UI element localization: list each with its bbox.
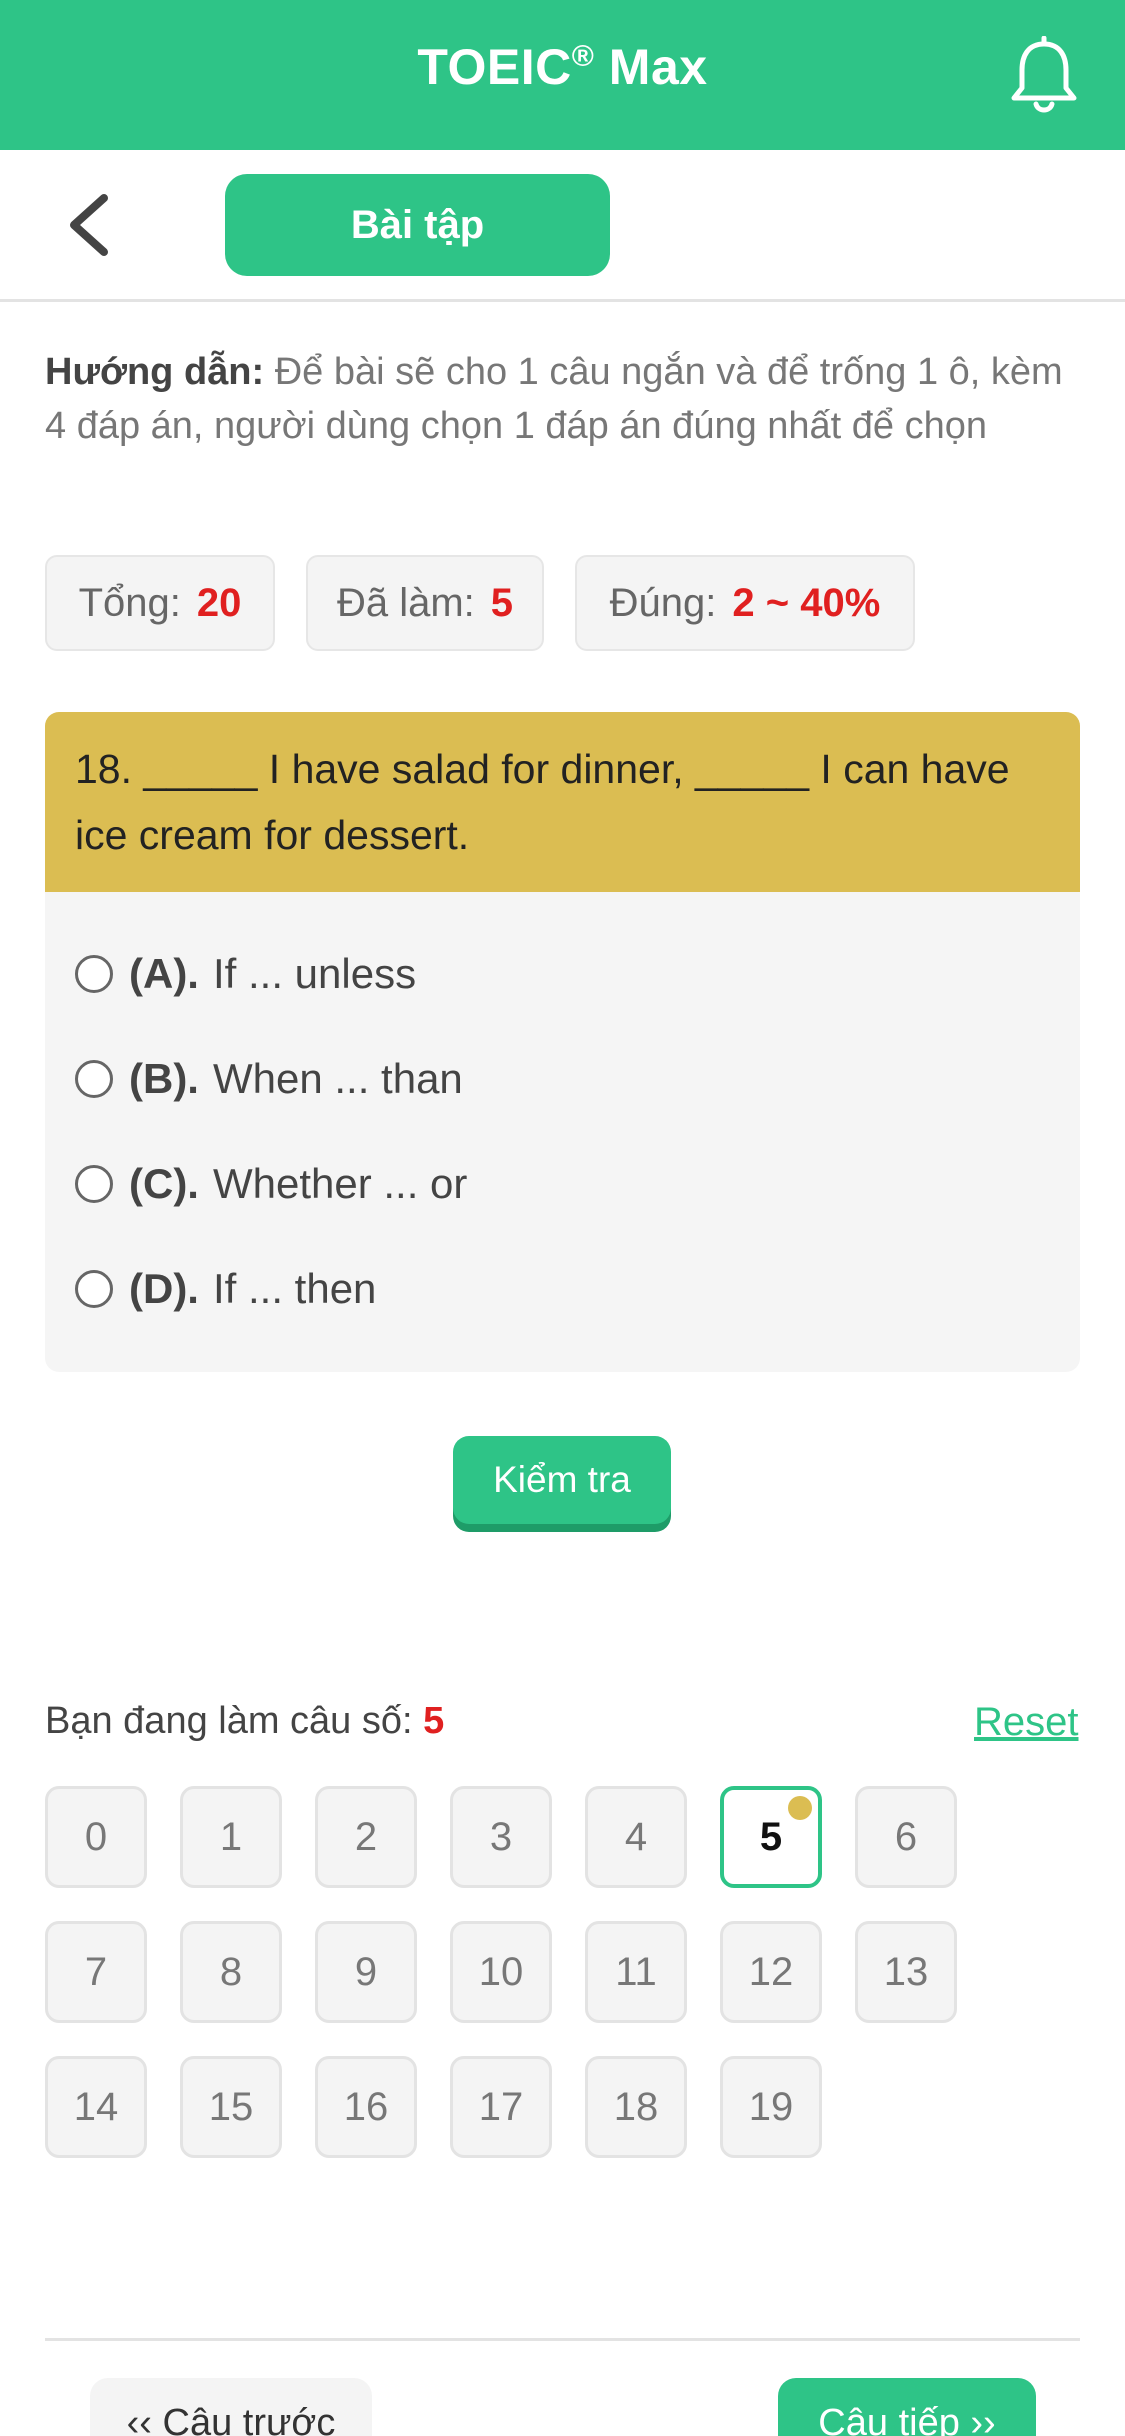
- question-number-cell[interactable]: 11: [585, 1921, 687, 2023]
- question-number-cell[interactable]: 12: [720, 1921, 822, 2023]
- instructions: Hướng dẫn: Để bài sẽ cho 1 câu ngắn và đ…: [45, 345, 1085, 453]
- stat-total-label: Tổng:: [78, 580, 181, 625]
- stat-total: Tổng: 20: [45, 555, 275, 651]
- question-number-cell[interactable]: 18: [585, 2056, 687, 2158]
- check-button[interactable]: Kiểm tra: [453, 1436, 671, 1524]
- stat-done: Đã làm: 5: [306, 555, 544, 651]
- current-question-number: 5: [423, 1700, 445, 1742]
- current-question-indicator: Bạn đang làm câu số: 5: [45, 1700, 445, 1742]
- reset-link[interactable]: Reset: [974, 1700, 1079, 1745]
- question-number-cell[interactable]: 16: [315, 2056, 417, 2158]
- radio-icon[interactable]: [75, 955, 113, 993]
- divider: [45, 2338, 1080, 2341]
- question-text: 18. _____ I have salad for dinner, _____…: [45, 712, 1080, 892]
- radio-icon[interactable]: [75, 1270, 113, 1308]
- app-header: TOEIC® Max: [0, 0, 1125, 150]
- option-c[interactable]: (C). Whether ... or: [75, 1154, 467, 1214]
- stat-correct-label: Đúng:: [609, 580, 717, 625]
- question-number-cell[interactable]: 10: [450, 1921, 552, 2023]
- tab-exercise[interactable]: Bài tập: [225, 174, 610, 276]
- option-a[interactable]: (A). If ... unless: [75, 944, 416, 1004]
- answer-options: (A). If ... unless (B). When ... than (C…: [45, 892, 1080, 1372]
- next-question-button[interactable]: Câu tiếp ››: [778, 2378, 1036, 2436]
- option-d[interactable]: (D). If ... then: [75, 1259, 376, 1319]
- back-chevron-icon[interactable]: [60, 190, 120, 260]
- question-number-cell[interactable]: 15: [180, 2056, 282, 2158]
- instructions-label: Hướng dẫn:: [45, 351, 265, 393]
- question-number-cell[interactable]: 17: [450, 2056, 552, 2158]
- radio-icon[interactable]: [75, 1165, 113, 1203]
- stat-correct: Đúng: 2 ~ 40%: [575, 555, 915, 651]
- stat-done-value: 5: [490, 580, 514, 625]
- question-number-cell[interactable]: 6: [855, 1786, 957, 1888]
- question-number-cell[interactable]: 4: [585, 1786, 687, 1888]
- prev-question-button[interactable]: ‹‹ Câu trước: [90, 2378, 372, 2436]
- stat-total-value: 20: [196, 580, 242, 625]
- question-number-cell[interactable]: 7: [45, 1921, 147, 2023]
- question-number-cell[interactable]: 5: [720, 1786, 822, 1888]
- question-number-cell[interactable]: 19: [720, 2056, 822, 2158]
- question-number-cell[interactable]: 13: [855, 1921, 957, 2023]
- option-b[interactable]: (B). When ... than: [75, 1049, 463, 1109]
- question-number-cell[interactable]: 8: [180, 1921, 282, 2023]
- question-number-cell[interactable]: 9: [315, 1921, 417, 2023]
- question-number-cell[interactable]: 1: [180, 1786, 282, 1888]
- question-number-cell[interactable]: 3: [450, 1786, 552, 1888]
- registered-mark: ®: [571, 40, 595, 73]
- sub-toolbar: Bài tập: [0, 150, 1125, 302]
- question-number-cell[interactable]: 2: [315, 1786, 417, 1888]
- stat-correct-value: 2 ~ 40%: [732, 580, 881, 625]
- question-number-cell[interactable]: 14: [45, 2056, 147, 2158]
- radio-icon[interactable]: [75, 1060, 113, 1098]
- app-title: TOEIC® Max: [417, 39, 708, 95]
- bell-icon[interactable]: [1008, 36, 1080, 116]
- question-number-cell[interactable]: 0: [45, 1786, 147, 1888]
- stat-done-label: Đã làm:: [336, 580, 475, 625]
